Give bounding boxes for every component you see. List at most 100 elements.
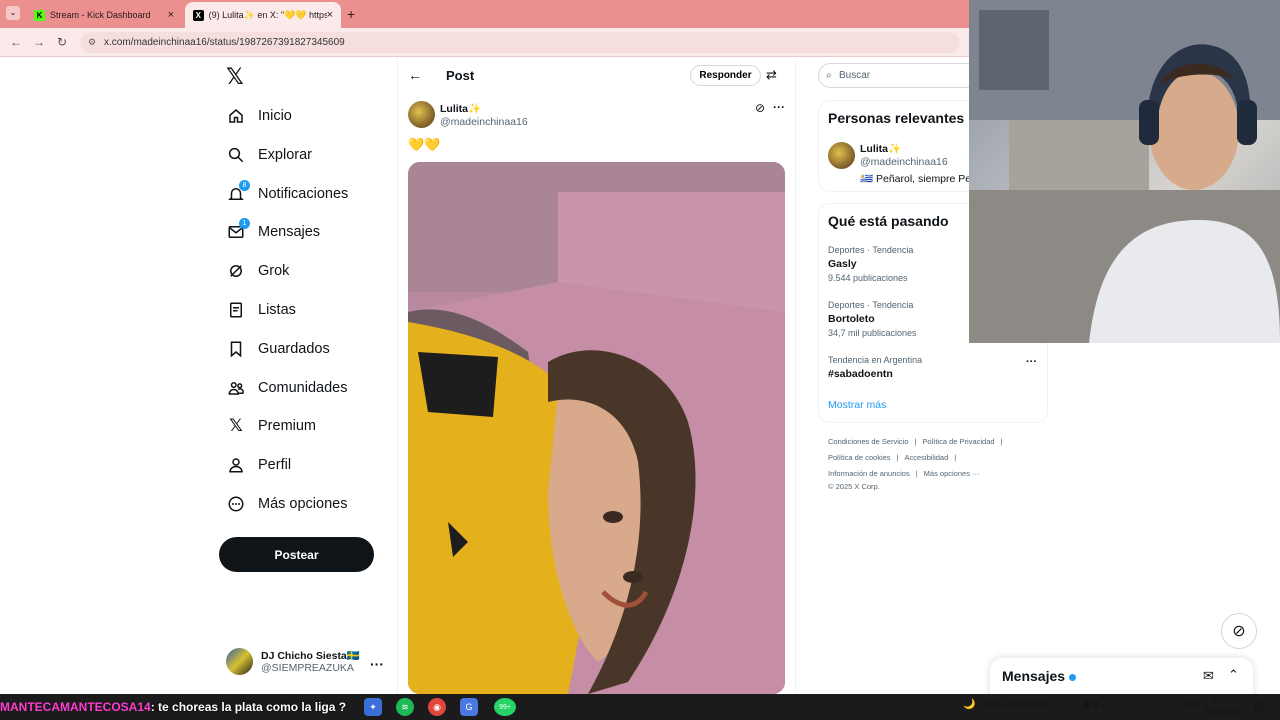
chrome-icon[interactable]: ◉	[428, 698, 446, 716]
stream-chat-overlay: MANTECAMANTECOSA14: te choreas la plata …	[0, 700, 346, 716]
sidebar-item-label: Comunidades	[258, 380, 348, 396]
more-icon[interactable]: ···	[1026, 356, 1037, 368]
home-icon	[226, 106, 246, 126]
back-arrow-icon[interactable]: ←	[408, 67, 422, 83]
footer-links: Información de anuncios | Más opciones ···	[828, 469, 986, 478]
author-avatar[interactable]	[408, 101, 435, 128]
post-button[interactable]: Postear	[219, 537, 374, 572]
tab-search-icon[interactable]: ⌄	[6, 6, 20, 20]
trend-count: 9.544 publicaciones	[828, 273, 908, 283]
person-icon	[226, 455, 246, 475]
sidebar-item-perfil[interactable]: Perfil	[226, 450, 291, 480]
sidebar-item-guardados[interactable]: Guardados	[226, 334, 330, 364]
grok-icon[interactable]: ⊘	[755, 101, 765, 115]
footer-link[interactable]: Política de Privacidad	[922, 437, 994, 446]
sidebar-item-label: Guardados	[258, 341, 330, 357]
browser-tab-bar: ⌄ K Stream - Kick Dashboard × X (9) Luli…	[0, 0, 969, 28]
moon-icon: 🌙	[963, 699, 976, 710]
x-logo-icon: 𝕏	[229, 416, 243, 435]
sidebar-item-premium[interactable]: 𝕏 Premium	[226, 411, 316, 441]
grok-float-button[interactable]: ⊘	[1221, 613, 1257, 649]
site-info-icon[interactable]: ⚙	[88, 32, 96, 53]
system-tray-icons[interactable]: ⌃◉●♪▭◌◐	[1070, 699, 1141, 710]
trend-meta: Deportes · Tendencia	[828, 300, 914, 310]
sidebar-item-comunidades[interactable]: Comunidades	[226, 373, 347, 403]
whatsapp-badge: 99+	[499, 703, 511, 711]
tab-x-post[interactable]: X (9) Lulita✨ en X: "💛💛 https: ×	[185, 2, 341, 28]
tab-kick-dashboard[interactable]: K Stream - Kick Dashboard ×	[26, 2, 182, 28]
chevron-up-icon[interactable]: ⌃	[1228, 667, 1239, 683]
close-icon[interactable]: ×	[168, 9, 174, 21]
footer-link[interactable]: Condiciones de Servicio	[828, 437, 908, 446]
trend-name[interactable]: Bortoleto	[828, 313, 875, 325]
search-input[interactable]: ⌕ Buscar	[818, 63, 978, 88]
relevant-person-handle[interactable]: @madeinchinaa16	[860, 156, 948, 168]
more-circle-icon	[226, 494, 246, 514]
notification-badge: 8	[239, 180, 250, 191]
close-icon[interactable]: ×	[327, 9, 333, 21]
trend-name[interactable]: #sabadoentn	[828, 368, 893, 380]
footer-link[interactable]: Más opciones ···	[924, 469, 980, 478]
sidebar-item-label: Perfil	[258, 457, 292, 473]
new-tab-icon[interactable]: +	[347, 6, 355, 22]
messages-dock-label: Mensajes	[1002, 668, 1066, 684]
reply-button[interactable]: Responder	[690, 65, 761, 86]
sidebar-item-mas-opciones[interactable]: Más opciones	[226, 489, 347, 519]
list-icon	[226, 300, 246, 320]
x-logo-icon[interactable]: 𝕏	[226, 64, 244, 90]
copilot-icon[interactable]: ✦	[364, 698, 382, 716]
account-name: DJ Chicho Siesta🇸🇪	[261, 650, 360, 662]
more-icon[interactable]: ···	[773, 100, 785, 114]
envelope-icon: 1	[226, 218, 250, 242]
sliders-icon[interactable]: ⇄	[766, 67, 777, 83]
reload-icon[interactable]: ↻	[57, 35, 67, 49]
author-name[interactable]: Lulita✨	[440, 102, 481, 115]
sidebar-item-label: Notificaciones	[258, 186, 349, 202]
messages-dock[interactable]: Mensajes ✉ ⌃	[989, 657, 1254, 697]
sidebar-item-label: Inicio	[258, 108, 292, 124]
show-more-link[interactable]: Mostrar más	[828, 399, 886, 411]
sidebar-item-listas[interactable]: Listas	[226, 295, 296, 325]
footer-link[interactable]: Política de cookies	[828, 453, 891, 462]
sidebar-item-explorar[interactable]: Explorar	[226, 140, 312, 170]
url-field[interactable]: ⚙ x.com/madeinchinaa16/status/1987267391…	[80, 32, 960, 53]
clock-date: 8/11/2025	[1205, 707, 1240, 716]
footer-link[interactable]: Información de anuncios	[828, 469, 910, 478]
sidebar-item-label: Premium	[258, 418, 317, 434]
communities-icon	[226, 378, 246, 398]
new-message-icon[interactable]: ✉	[1203, 668, 1214, 684]
bookmark-icon	[226, 339, 246, 359]
messages-dock-title: Mensajes	[1002, 668, 1077, 684]
forward-nav-icon[interactable]: →	[33, 35, 45, 49]
spotify-icon[interactable]: ≋	[396, 698, 414, 716]
sidebar-item-grok[interactable]: Grok	[226, 256, 289, 286]
app-icon[interactable]: G	[460, 698, 478, 716]
language-indicator[interactable]: ESP	[1183, 701, 1199, 710]
trend-name[interactable]: Gasly	[828, 258, 857, 270]
footer-separator: |	[914, 437, 917, 446]
tab-label: Stream - Kick Dashboard	[50, 10, 151, 20]
message-badge: 1	[239, 218, 250, 229]
chat-message: : te choreas la plata como la liga ?	[150, 700, 347, 714]
sidebar-item-mensajes[interactable]: 1 Mensajes	[226, 217, 320, 247]
weather-widget[interactable]: 🌙 18°C Despejado	[963, 699, 1051, 710]
notification-center-icon[interactable]: ▤	[1253, 699, 1263, 712]
sidebar-item-inicio[interactable]: Inicio	[226, 101, 292, 131]
clock-time: 20:17	[1212, 696, 1233, 705]
x-favicon-icon: X	[193, 9, 204, 21]
sidebar-item-notificaciones[interactable]: 8 Notificaciones	[226, 179, 348, 209]
account-switcher[interactable]: DJ Chicho Siesta🇸🇪 @SIEMPREAZUKA	[226, 648, 360, 675]
relevant-person-name[interactable]: Lulita✨	[860, 142, 901, 155]
unread-dot	[1069, 673, 1077, 681]
column-divider	[397, 58, 398, 694]
avatar[interactable]	[828, 142, 855, 169]
author-handle[interactable]: @madeinchinaa16	[440, 116, 528, 128]
more-icon[interactable]: ···	[370, 656, 384, 672]
back-nav-icon[interactable]: ←	[10, 35, 22, 49]
footer-link[interactable]: Accesibilidad	[905, 453, 949, 462]
post-image[interactable]	[408, 162, 785, 694]
whatsapp-icon[interactable]: 99+	[494, 698, 516, 716]
footer-separator: |	[915, 469, 918, 478]
sidebar-item-label: Mensajes	[258, 224, 321, 240]
clock[interactable]: 20:17 8/11/2025	[1205, 695, 1240, 717]
